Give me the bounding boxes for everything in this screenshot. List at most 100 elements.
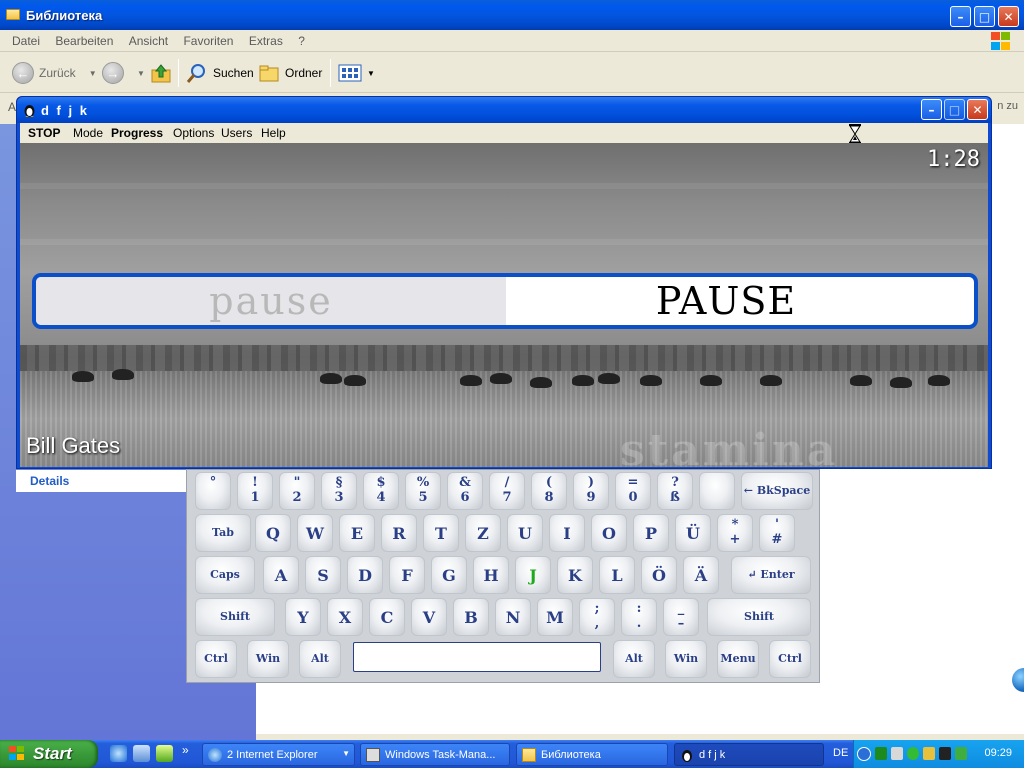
close-button[interactable]: ✕ — [998, 6, 1019, 27]
forward-dropdown-icon[interactable]: ▼ — [137, 69, 145, 78]
key-h[interactable]: H — [473, 556, 509, 594]
key-row1-12[interactable] — [699, 472, 735, 510]
key-e[interactable]: E — [339, 514, 375, 552]
key-ü[interactable]: Ü — [675, 514, 711, 552]
menu-favoriten[interactable]: Favoriten — [177, 30, 239, 48]
dfjk-title-bar[interactable]: d f j k – □ ✕ — [17, 97, 991, 123]
ie-quicklaunch-icon[interactable] — [110, 745, 127, 762]
key-u[interactable]: U — [507, 514, 543, 552]
maximize-button[interactable]: □ — [974, 6, 995, 27]
key-row1-4[interactable]: $4 — [363, 472, 399, 510]
key-ö[interactable]: Ö — [641, 556, 677, 594]
tray-app-icon[interactable] — [923, 747, 935, 760]
menu-options[interactable]: Options — [173, 126, 214, 140]
menu-help[interactable]: ? — [292, 30, 311, 48]
key-s[interactable]: S — [305, 556, 341, 594]
explorer-title-bar[interactable]: Библиотека – □ ✕ — [0, 0, 1024, 30]
search-button[interactable]: Suchen — [186, 61, 254, 85]
enter-key[interactable]: ↵ Enter — [731, 556, 811, 594]
key-y[interactable]: Y — [285, 598, 321, 636]
key-row4-extra-1[interactable]: :. — [621, 598, 657, 636]
tray-update-icon[interactable] — [955, 747, 967, 760]
key-w[interactable]: W — [297, 514, 333, 552]
language-indicator[interactable]: DE — [833, 747, 848, 759]
key-row1-7[interactable]: /7 — [489, 472, 525, 510]
dfjk-maximize-button[interactable]: □ — [944, 99, 965, 120]
quicklaunch-more[interactable]: » — [182, 743, 189, 757]
key-row1-6[interactable]: & 6 — [447, 472, 483, 510]
key-r[interactable]: R — [381, 514, 417, 552]
dfjk-minimize-button[interactable]: – — [921, 99, 942, 120]
typing-field[interactable]: pause PAUSE — [32, 273, 978, 329]
key-right-menu[interactable]: Menu — [717, 640, 759, 678]
key-n[interactable]: N — [495, 598, 531, 636]
key-left-alt[interactable]: Alt — [299, 640, 341, 678]
key-f[interactable]: F — [389, 556, 425, 594]
key-row1-10[interactable]: = 0 — [615, 472, 651, 510]
key-right-alt[interactable]: Alt — [613, 640, 655, 678]
key-p[interactable]: P — [633, 514, 669, 552]
show-desktop-icon[interactable] — [133, 745, 150, 762]
key-row1-1[interactable]: ! 1 — [237, 472, 273, 510]
key-row2-extra-0[interactable]: * + — [717, 514, 753, 552]
backspace-key[interactable]: ← BkSpace — [741, 472, 813, 510]
address-go-label[interactable]: n zu — [997, 100, 1018, 112]
key-g[interactable]: G — [431, 556, 467, 594]
back-dropdown-icon[interactable]: ▼ — [89, 69, 97, 78]
key-right-win[interactable]: Win — [665, 640, 707, 678]
key-row1-9[interactable]: ) 9 — [573, 472, 609, 510]
right-shift-key[interactable]: Shift — [707, 598, 811, 636]
task-task-manager[interactable]: Windows Task-Mana... — [360, 743, 510, 766]
folders-button[interactable]: Ordner — [258, 61, 322, 85]
left-shift-key[interactable]: Shift — [195, 598, 275, 636]
menu-ansicht[interactable]: Ansicht — [123, 30, 174, 48]
key-c[interactable]: C — [369, 598, 405, 636]
tab-key[interactable]: Tab — [195, 514, 251, 552]
back-button[interactable]: ← Zurück ▼ — [12, 61, 97, 85]
caps-lock-key[interactable]: Caps — [195, 556, 255, 594]
minimize-button[interactable]: – — [950, 6, 971, 27]
key-left-win[interactable]: Win — [247, 640, 289, 678]
tray-speaker-icon[interactable] — [891, 747, 903, 760]
key-row1-2[interactable]: " 2 — [279, 472, 315, 510]
menu-mode[interactable]: Mode — [73, 126, 103, 140]
key-left-ctrl[interactable]: Ctrl — [195, 640, 237, 678]
views-button[interactable]: ▼ — [338, 61, 375, 85]
menu-stop[interactable]: STOP — [28, 126, 60, 140]
key-ä[interactable]: Ä — [683, 556, 719, 594]
up-folder-button[interactable] — [150, 61, 172, 85]
dfjk-close-button[interactable]: ✕ — [967, 99, 988, 120]
task-library-folder[interactable]: Библиотека — [516, 743, 668, 766]
key-row4-extra-2[interactable]: _ – — [663, 598, 699, 636]
key-j[interactable]: J — [515, 556, 551, 594]
key-t[interactable]: T — [423, 514, 459, 552]
key-q[interactable]: Q — [255, 514, 291, 552]
key-d[interactable]: D — [347, 556, 383, 594]
key-v[interactable]: V — [411, 598, 447, 636]
tray-expand-icon[interactable] — [857, 747, 871, 761]
menu-progress[interactable]: Progress — [111, 126, 163, 140]
menu-bearbeiten[interactable]: Bearbeiten — [49, 30, 119, 48]
key-k[interactable]: K — [557, 556, 593, 594]
tray-monitor-icon[interactable] — [939, 747, 951, 760]
key-m[interactable]: M — [537, 598, 573, 636]
clock[interactable]: 09:29 — [984, 747, 1012, 759]
key-row4-extra-0[interactable]: ;, — [579, 598, 615, 636]
task-dfjk[interactable]: d f j k — [674, 743, 824, 766]
tray-network-icon[interactable] — [875, 747, 887, 760]
task-internet-explorer[interactable]: 2 Internet Explorer ▼ — [202, 743, 355, 766]
key-row2-extra-1[interactable]: ' # — [759, 514, 795, 552]
key-row1-0[interactable]: ° — [195, 472, 231, 510]
key-z[interactable]: Z — [465, 514, 501, 552]
key-row1-3[interactable]: § 3 — [321, 472, 357, 510]
forward-button[interactable]: → ▼ — [102, 61, 145, 85]
menu-users[interactable]: Users — [221, 126, 252, 140]
tray-status-icon[interactable] — [907, 747, 919, 760]
key-o[interactable]: O — [591, 514, 627, 552]
menu-extras[interactable]: Extras — [243, 30, 289, 48]
media-player-icon[interactable] — [156, 745, 173, 762]
key-row1-8[interactable]: (8 — [531, 472, 567, 510]
space-bar[interactable] — [353, 642, 601, 672]
key-right-ctrl[interactable]: Ctrl — [769, 640, 811, 678]
menu-help[interactable]: Help — [261, 126, 286, 140]
